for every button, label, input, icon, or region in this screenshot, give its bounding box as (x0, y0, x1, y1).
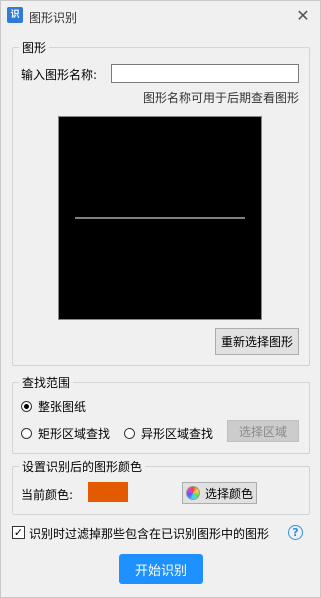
color-wheel-icon (185, 486, 200, 500)
radio-rect-area-label: 矩形区域查找 (38, 427, 111, 441)
radio-whole-drawing-indicator[interactable] (21, 401, 32, 412)
window-title: 图形识别 (29, 11, 78, 25)
reselect-shape-button[interactable]: 重新选择图形 (215, 328, 299, 355)
start-recognition-button[interactable]: 开始识别 (119, 554, 203, 584)
shape-preview (58, 116, 262, 320)
radio-irregular-area[interactable]: 异形区域查找 (124, 425, 213, 442)
filter-checkbox[interactable]: ✓ (12, 526, 25, 539)
radio-rect-area[interactable]: 矩形区域查找 (21, 425, 110, 442)
color-group-legend: 设置识别后的图形颜色 (22, 460, 143, 474)
choose-color-label: 选择颜色 (204, 486, 253, 501)
current-color-swatch (88, 482, 128, 502)
shape-recognition-dialog: 识 图形识别 ✕ 图形 输入图形名称: 图形名称可用于后期查看图形 重新选择图形… (0, 0, 321, 598)
shape-name-input[interactable] (111, 64, 299, 83)
search-range-legend: 查找范围 (22, 376, 71, 390)
close-icon[interactable]: ✕ (292, 5, 314, 27)
radio-rect-area-indicator[interactable] (21, 428, 32, 439)
filter-label[interactable]: 识别时过滤掉那些包含在已识别图形中的图形 (29, 525, 269, 542)
shape-name-hint: 图形名称可用于后期查看图形 (143, 91, 300, 105)
choose-color-button[interactable]: 选择颜色 (182, 482, 257, 504)
radio-irregular-area-indicator[interactable] (124, 428, 135, 439)
title-bar: 识 图形识别 ✕ (1, 1, 320, 31)
app-icon: 识 (7, 7, 23, 23)
current-color-label: 当前颜色: (21, 488, 74, 502)
shape-name-label: 输入图形名称: (21, 68, 98, 82)
help-icon[interactable]: ? (288, 525, 303, 540)
select-area-button[interactable]: 选择区域 (227, 420, 299, 442)
radio-irregular-area-label: 异形区域查找 (141, 427, 214, 441)
radio-whole-drawing-label: 整张图纸 (38, 400, 87, 414)
shape-group-legend: 图形 (22, 41, 47, 55)
shape-preview-canvas (75, 217, 245, 219)
radio-whole-drawing[interactable]: 整张图纸 (21, 398, 86, 415)
